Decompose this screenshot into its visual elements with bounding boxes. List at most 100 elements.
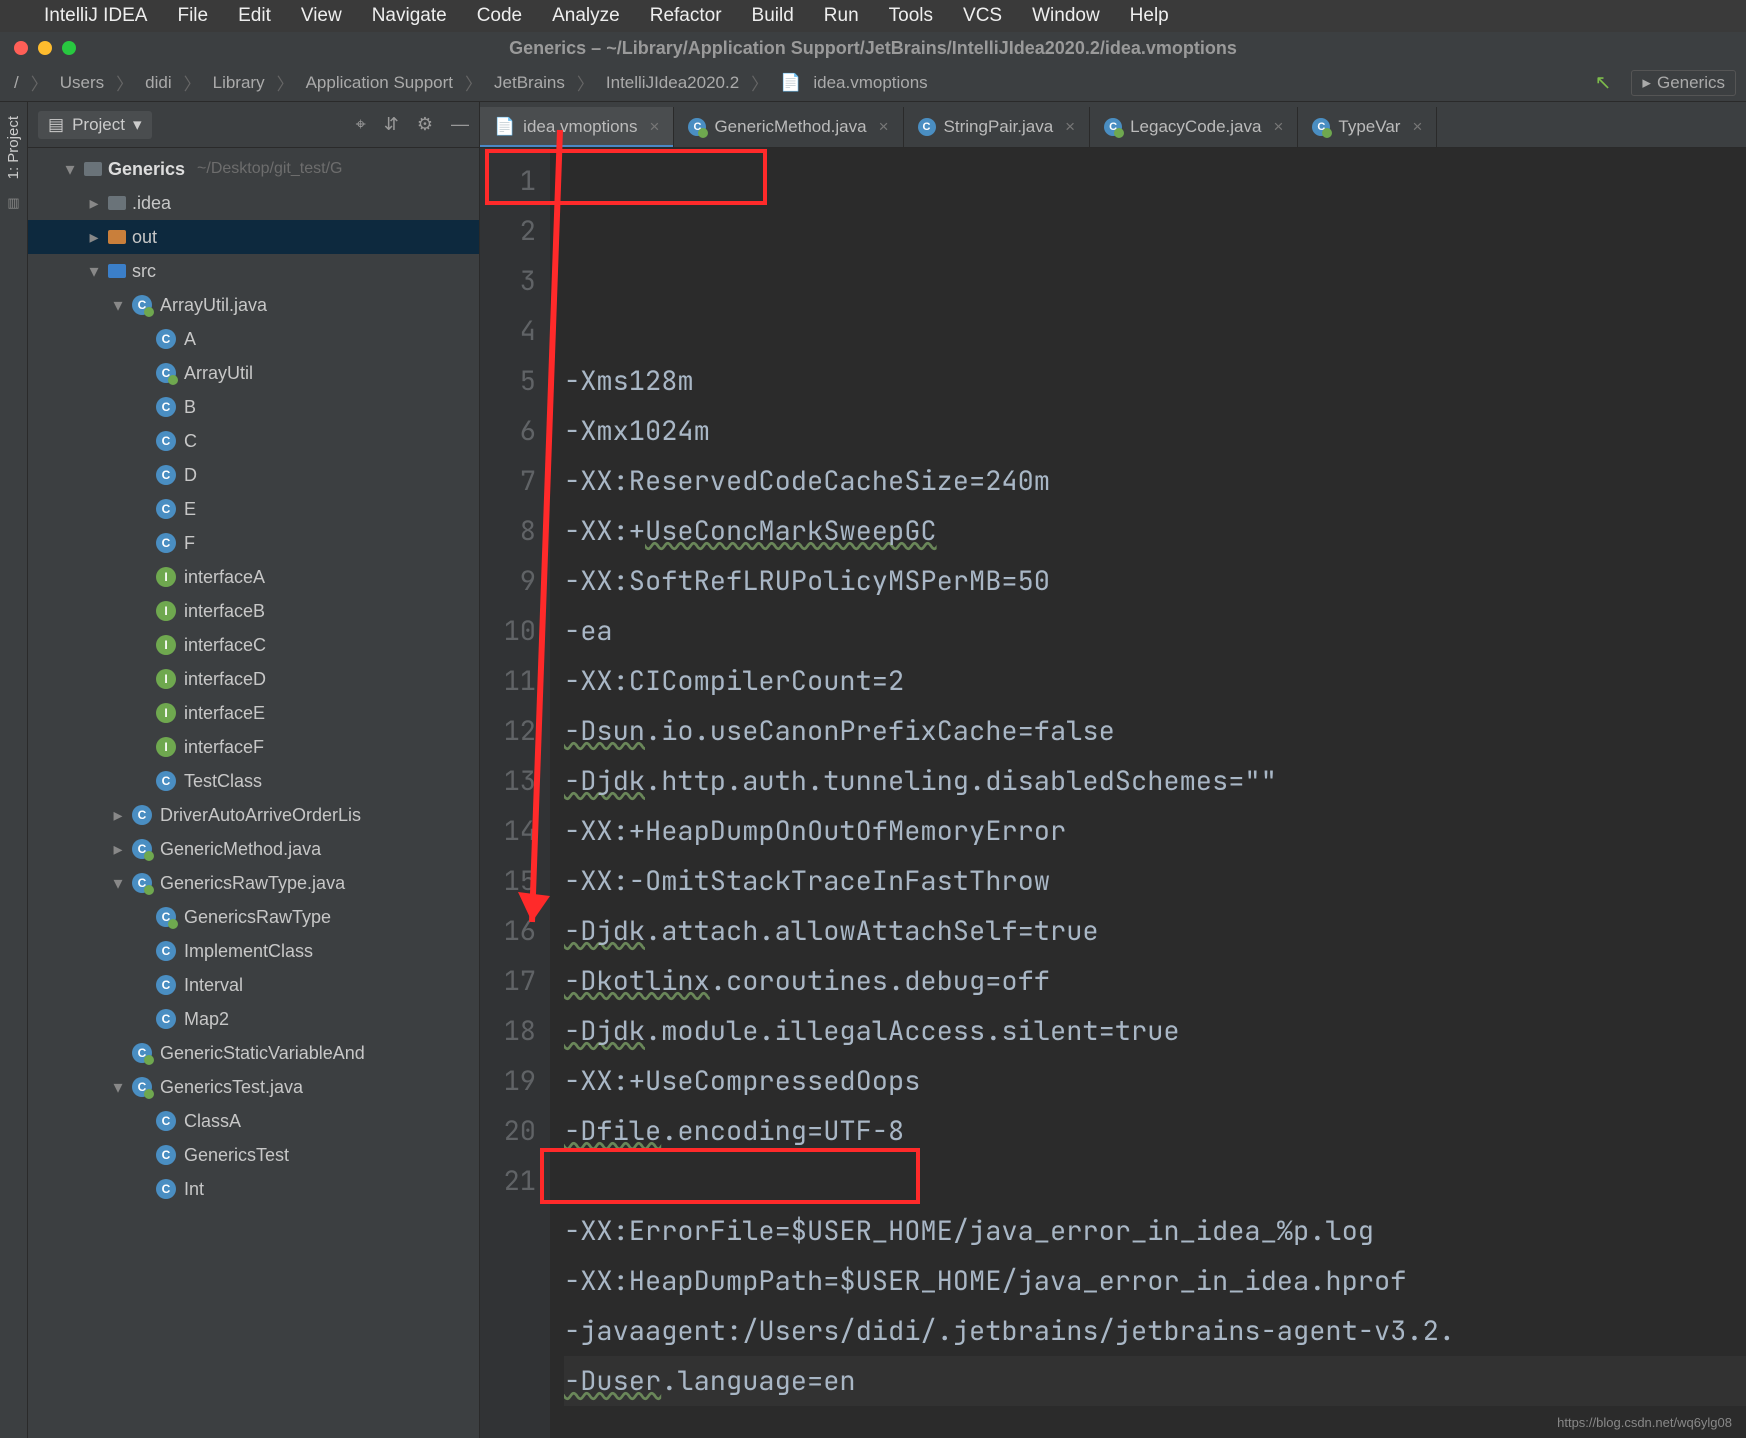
crumb-jetbrains[interactable]: JetBrains (490, 73, 569, 93)
code-line[interactable]: -javaagent:/Users/didi/.jetbrains/jetbra… (564, 1306, 1746, 1356)
gear-icon[interactable]: ⚙ (417, 114, 433, 135)
tree-root[interactable]: ▾ Generics ~/Desktop/git_test/G (28, 152, 479, 186)
tree-item[interactable]: ▾src (28, 254, 479, 288)
tree-item[interactable]: ▸CDriverAutoArriveOrderLis (28, 798, 479, 832)
tree-item[interactable]: CF (28, 526, 479, 560)
editor-tab[interactable]: CTypeVar× (1298, 107, 1437, 147)
code-line[interactable]: -XX:ErrorFile=$USER_HOME/java_error_in_i… (564, 1206, 1746, 1256)
editor-tab[interactable]: CGenericMethod.java× (674, 107, 903, 147)
tree-item[interactable]: CE (28, 492, 479, 526)
tree-item[interactable]: CGenericsTest (28, 1138, 479, 1172)
tree-item[interactable]: IinterfaceB (28, 594, 479, 628)
traffic-close-icon[interactable] (14, 41, 28, 55)
close-icon[interactable]: × (1065, 117, 1075, 137)
tree-item[interactable]: IinterfaceC (28, 628, 479, 662)
code-line[interactable]: -XX:SoftRefLRUPolicyMSPerMB=50 (564, 556, 1746, 606)
build-hammer-icon[interactable]: ↖ (1595, 70, 1612, 95)
tree-item[interactable]: CGenericsRawType (28, 900, 479, 934)
code-line[interactable]: -Dfile.encoding=UTF-8 (564, 1106, 1746, 1156)
code-line[interactable]: -Xms128m (564, 356, 1746, 406)
tree-item[interactable]: ▾CGenericsRawType.java (28, 866, 479, 900)
code-line[interactable]: -XX:+HeapDumpOnOutOfMemoryError (564, 806, 1746, 856)
code-line[interactable]: -Djdk.module.illegalAccess.silent=true (564, 1006, 1746, 1056)
menu-run[interactable]: Run (824, 5, 859, 27)
tree-item[interactable]: IinterfaceD (28, 662, 479, 696)
menu-navigate[interactable]: Navigate (372, 5, 447, 27)
tree-item[interactable]: IinterfaceA (28, 560, 479, 594)
run-config-selector[interactable]: ▸ Generics (1631, 70, 1736, 96)
tree-item[interactable]: CTestClass (28, 764, 479, 798)
tree-item[interactable]: CD (28, 458, 479, 492)
breadcrumb[interactable]: /〉 Users〉 didi〉 Library〉 Application Sup… (10, 70, 932, 95)
editor-tab[interactable]: CStringPair.java× (904, 107, 1091, 147)
crumb-ideaversion[interactable]: IntelliJIdea2020.2 (602, 73, 743, 93)
collapse-all-icon[interactable]: ⇵ (384, 114, 399, 135)
toolwindow-structure-icon[interactable]: ▥ (7, 195, 19, 211)
close-icon[interactable]: × (650, 117, 660, 137)
menu-view[interactable]: View (301, 5, 342, 27)
tree-item[interactable]: IinterfaceE (28, 696, 479, 730)
menu-vcs[interactable]: VCS (963, 5, 1002, 27)
tree-item[interactable]: CImplementClass (28, 934, 479, 968)
code-line[interactable]: -Djdk.attach.allowAttachSelf=true (564, 906, 1746, 956)
code-lines[interactable]: -Xms128m-Xmx1024m-XX:ReservedCodeCacheSi… (550, 148, 1746, 1438)
tree-item[interactable]: ▸.idea (28, 186, 479, 220)
crumb-library[interactable]: Library (209, 73, 269, 93)
code-line[interactable]: -XX:CICompilerCount=2 (564, 656, 1746, 706)
crumb-root[interactable]: / (10, 73, 23, 93)
code-line[interactable]: -Xmx1024m (564, 406, 1746, 456)
crumb-users[interactable]: Users (56, 73, 108, 93)
crumb-didi[interactable]: didi (141, 73, 175, 93)
menu-build[interactable]: Build (752, 5, 794, 27)
menu-file[interactable]: File (177, 5, 208, 27)
menu-tools[interactable]: Tools (889, 5, 933, 27)
code-line[interactable]: -Dkotlinx.coroutines.debug=off (564, 956, 1746, 1006)
tree-item[interactable]: CClassA (28, 1104, 479, 1138)
code-editor[interactable]: 123456789101112131415161718192021 -Xms12… (480, 148, 1746, 1438)
code-line[interactable]: -Djdk.http.auth.tunneling.disabledScheme… (564, 756, 1746, 806)
tree-item[interactable]: CMap2 (28, 1002, 479, 1036)
project-view-selector[interactable]: ▤ Project ▾ (38, 111, 152, 139)
tree-item[interactable]: CC (28, 424, 479, 458)
close-icon[interactable]: × (1273, 117, 1283, 137)
editor-tab[interactable]: 📄idea.vmoptions× (480, 107, 674, 147)
menu-analyze[interactable]: Analyze (552, 5, 620, 27)
tree-item[interactable]: CArrayUtil (28, 356, 479, 390)
editor-tab[interactable]: CLegacyCode.java× (1090, 107, 1298, 147)
tree-item[interactable]: ▸CGenericMethod.java (28, 832, 479, 866)
tree-item[interactable]: CInterval (28, 968, 479, 1002)
tree-item[interactable]: ▾CArrayUtil.java (28, 288, 479, 322)
tree-item[interactable]: CB (28, 390, 479, 424)
code-line[interactable]: -ea (564, 606, 1746, 656)
code-line[interactable]: -Duser.language=en (564, 1356, 1746, 1406)
tree-item[interactable]: CInt (28, 1172, 479, 1206)
menu-window[interactable]: Window (1032, 5, 1100, 27)
traffic-zoom-icon[interactable] (62, 41, 76, 55)
close-icon[interactable]: × (879, 117, 889, 137)
traffic-minimize-icon[interactable] (38, 41, 52, 55)
code-line[interactable] (564, 1156, 1746, 1206)
menubar-app[interactable]: IntelliJ IDEA (44, 5, 147, 27)
tree-item[interactable]: ▸out (28, 220, 479, 254)
hide-icon[interactable]: — (451, 114, 469, 135)
crumb-file[interactable]: idea.vmoptions (809, 73, 931, 93)
menu-help[interactable]: Help (1130, 5, 1169, 27)
code-line[interactable]: -XX:HeapDumpPath=$USER_HOME/java_error_i… (564, 1256, 1746, 1306)
menu-refactor[interactable]: Refactor (650, 5, 722, 27)
code-line[interactable]: -XX:+UseConcMarkSweepGC (564, 506, 1746, 556)
code-line[interactable]: -XX:+UseCompressedOops (564, 1056, 1746, 1106)
tree-item[interactable]: ▾CGenericsTest.java (28, 1070, 479, 1104)
toolwindow-project-tab[interactable]: 1: Project (5, 112, 22, 183)
code-line[interactable]: -Dsun.io.useCanonPrefixCache=false (564, 706, 1746, 756)
locate-icon[interactable]: ⌖ (356, 114, 366, 135)
menu-code[interactable]: Code (477, 5, 522, 27)
tree-item[interactable]: IinterfaceF (28, 730, 479, 764)
tree-item[interactable]: CGenericStaticVariableAnd (28, 1036, 479, 1070)
project-tree[interactable]: ▾ Generics ~/Desktop/git_test/G ▸.idea▸o… (28, 148, 479, 1438)
menu-edit[interactable]: Edit (238, 5, 271, 27)
crumb-appsupport[interactable]: Application Support (302, 73, 457, 93)
tree-item[interactable]: CA (28, 322, 479, 356)
code-line[interactable]: -XX:-OmitStackTraceInFastThrow (564, 856, 1746, 906)
close-icon[interactable]: × (1412, 117, 1422, 137)
code-line[interactable]: -XX:ReservedCodeCacheSize=240m (564, 456, 1746, 506)
